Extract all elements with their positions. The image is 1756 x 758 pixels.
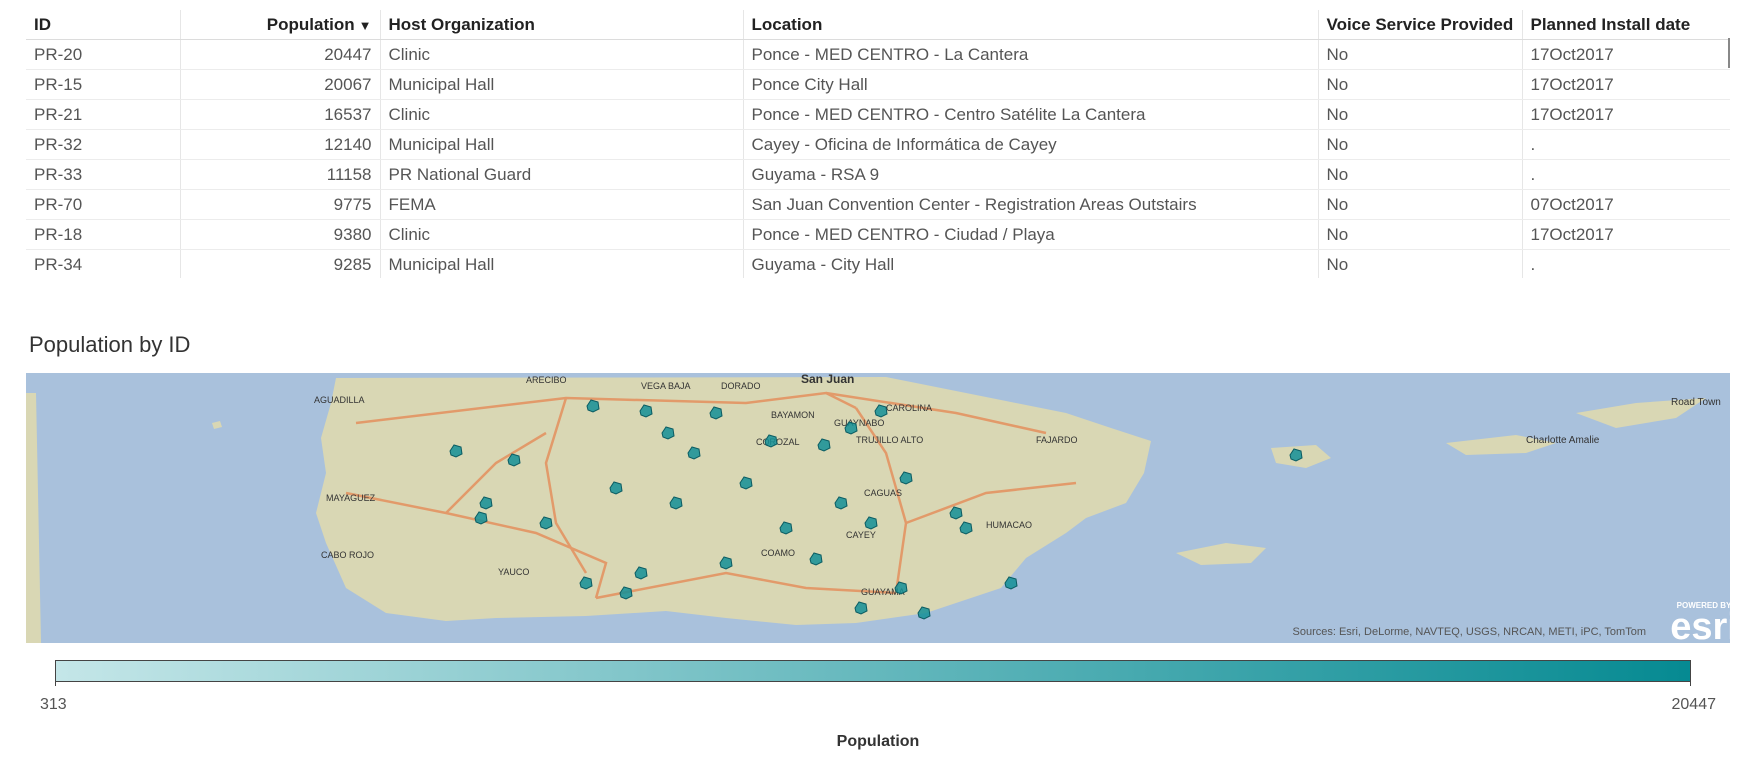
- table-cell: No: [1318, 99, 1523, 130]
- column-header-location[interactable]: Location: [743, 10, 1319, 40]
- table-cell: Guyama - City Hall: [743, 249, 1319, 278]
- table-cell: PR-15: [26, 69, 181, 100]
- table-cell: PR-32: [26, 129, 181, 160]
- table-cell: PR-18: [26, 219, 181, 250]
- map-place-label: Charlotte Amalie: [1526, 435, 1600, 446]
- table-cell: PR National Guard: [380, 159, 744, 190]
- table-cell: Clinic: [380, 219, 744, 250]
- map-place-label: CAROLINA: [886, 403, 932, 413]
- table-row[interactable]: PR-70 9775 FEMA San Juan Convention Center …: [26, 189, 1730, 220]
- table-cell: No: [1318, 69, 1523, 100]
- table-cell: No: [1318, 159, 1523, 190]
- table-cell: Ponce - MED CENTRO - La Cantera: [743, 39, 1319, 70]
- table-cell: PR-33: [26, 159, 181, 190]
- map-place-label: TRUJILLO ALTO: [856, 435, 923, 445]
- table-cell: Ponce - MED CENTRO - Centro Satélite La …: [743, 99, 1319, 130]
- table-cell: .: [1522, 249, 1730, 278]
- table-cell: 17Oct2017: [1522, 219, 1730, 250]
- table-cell: Municipal Hall: [380, 249, 744, 278]
- table-cell: 9380: [180, 219, 381, 250]
- population-color-legend: [55, 660, 1691, 682]
- table-cell: Ponce City Hall: [743, 69, 1319, 100]
- table-cell: 16537: [180, 99, 381, 130]
- map-title: Population by ID: [29, 332, 191, 357]
- esri-logo: esri: [1670, 606, 1730, 643]
- table-cell: PR-20: [26, 39, 181, 70]
- map-place-label: VEGA BAJA: [641, 381, 691, 391]
- table-cell: 20447: [180, 39, 381, 70]
- table-cell: 17Oct2017: [1522, 99, 1730, 130]
- table-cell: 17Oct2017: [1522, 69, 1730, 100]
- map-attribution: Sources: Esri, DeLorme, NAVTEQ, USGS, NR…: [1293, 626, 1647, 638]
- table-cell: .: [1522, 129, 1730, 160]
- map-place-label: DORADO: [721, 381, 761, 391]
- table-cell: No: [1318, 129, 1523, 160]
- table-body: PR-20 20447 Clinic Ponce - MED CENTRO - La …: [26, 39, 1730, 278]
- table-cell: San Juan Convention Center - Registratio…: [743, 189, 1319, 220]
- map-place-label: MAYAGUEZ: [326, 493, 376, 503]
- data-table: ID Population ▼ Host Organization Locatio…: [26, 10, 1730, 278]
- table-cell: .: [1522, 159, 1730, 190]
- table-row[interactable]: PR-32 12140 Municipal Hall Cayey - Oficina …: [26, 129, 1730, 160]
- table-cell: Clinic: [380, 99, 744, 130]
- table-row[interactable]: PR-21 16537 Clinic Ponce - MED CENTRO - Cen…: [26, 99, 1730, 130]
- table-cell: 07Oct2017: [1522, 189, 1730, 220]
- table-row[interactable]: PR-34 9285 Municipal Hall Guyama - City Hal…: [26, 249, 1730, 278]
- map-place-label: HUMACAO: [986, 520, 1032, 530]
- table-cell: FEMA: [380, 189, 744, 220]
- column-header-id[interactable]: ID: [26, 10, 181, 40]
- table-cell: No: [1318, 249, 1523, 278]
- table-cell: 20067: [180, 69, 381, 100]
- map-place-label: GUAYNABO: [834, 418, 884, 428]
- table-cell: 17Oct2017: [1522, 39, 1730, 70]
- table-cell: PR-34: [26, 249, 181, 278]
- map-place-label: Road Town: [1671, 397, 1721, 408]
- table-cell: No: [1318, 219, 1523, 250]
- table-cell: Municipal Hall: [380, 69, 744, 100]
- table-row[interactable]: PR-18 9380 Clinic Ponce - MED CENTRO - Ciud…: [26, 219, 1730, 250]
- table-cell: No: [1318, 39, 1523, 70]
- table-cell: 11158: [180, 159, 381, 190]
- map-place-label: COROZAL: [756, 437, 800, 447]
- map-place-label: BAYAMON: [771, 410, 815, 420]
- map-place-label: FAJARDO: [1036, 435, 1078, 445]
- table-row[interactable]: PR-33 11158 PR National Guard Guyama - RSA …: [26, 159, 1730, 190]
- table-header-row: ID Population ▼ Host Organization Locatio…: [26, 10, 1730, 40]
- map-place-label: San Juan: [801, 373, 854, 386]
- column-header-host-organization[interactable]: Host Organization: [380, 10, 744, 40]
- table-cell: Guyama - RSA 9: [743, 159, 1319, 190]
- column-header-voice-service[interactable]: Voice Service Provided: [1318, 10, 1523, 40]
- table-cell: 9285: [180, 249, 381, 278]
- sort-descending-icon: ▼: [358, 17, 372, 33]
- map-place-label: CABO ROJO: [321, 550, 374, 560]
- table-cell: 9775: [180, 189, 381, 220]
- table-cell: Ponce - MED CENTRO - Ciudad / Playa: [743, 219, 1319, 250]
- legend-max-value: 20447: [1671, 696, 1717, 713]
- map-place-label: CAGUAS: [864, 488, 902, 498]
- legend-title: Population: [836, 733, 920, 750]
- map-place-label: AGUADILLA: [314, 395, 365, 405]
- column-header-install-date[interactable]: Planned Install date: [1522, 10, 1730, 40]
- map-place-label: ARECIBO: [526, 375, 567, 385]
- map-view[interactable]: San Juan AGUADILLA ARECIBO VEGA BAJA DORADO B…: [26, 373, 1730, 643]
- table-cell: PR-70: [26, 189, 181, 220]
- table-cell: 12140: [180, 129, 381, 160]
- map-place-label: COAMO: [761, 548, 795, 558]
- table-cell: Clinic: [380, 39, 744, 70]
- legend-tick-min: [55, 680, 56, 686]
- table-cell: No: [1318, 189, 1523, 220]
- table-row[interactable]: PR-20 20447 Clinic Ponce - MED CENTRO - La …: [26, 39, 1730, 70]
- table-scrollbar[interactable]: [1728, 38, 1730, 68]
- table-cell: Municipal Hall: [380, 129, 744, 160]
- map-place-label: CAYEY: [846, 530, 876, 540]
- column-header-population[interactable]: Population ▼: [180, 10, 381, 40]
- table-cell: PR-21: [26, 99, 181, 130]
- map-place-label: YAUCO: [498, 567, 529, 577]
- legend-min-value: 313: [40, 696, 67, 713]
- data-table-container: ID Population ▼ Host Organization Locatio…: [26, 10, 1730, 278]
- table-row[interactable]: PR-15 20067 Municipal Hall Ponce City Hall N…: [26, 69, 1730, 100]
- legend-tick-max: [1690, 680, 1691, 686]
- table-cell: Cayey - Oficina de Informática de Cayey: [743, 129, 1319, 160]
